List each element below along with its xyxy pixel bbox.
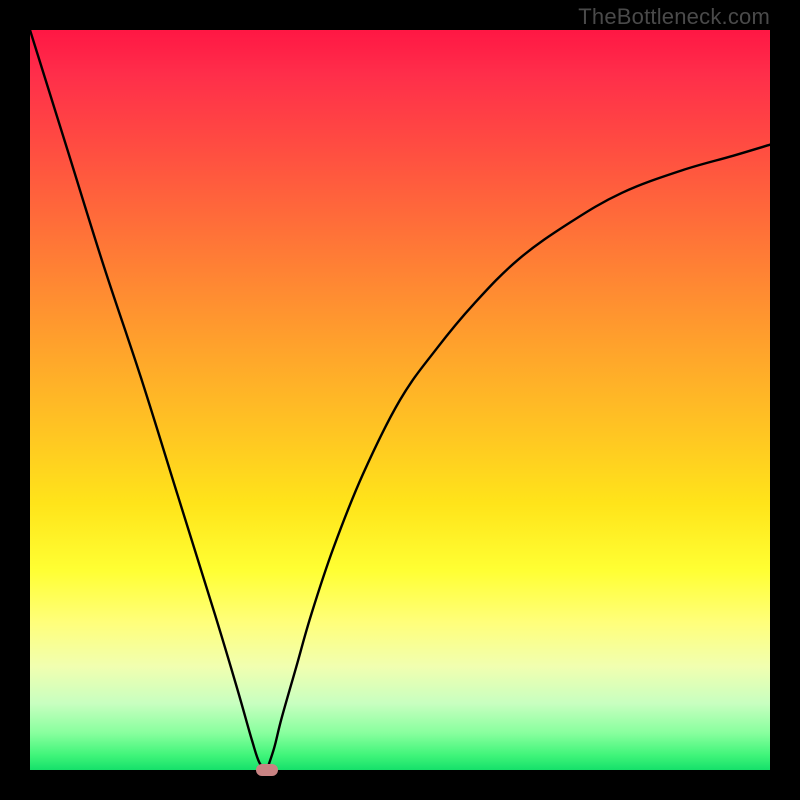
curve-svg xyxy=(30,30,770,770)
chart-frame: TheBottleneck.com xyxy=(0,0,800,800)
watermark-text: TheBottleneck.com xyxy=(578,4,770,30)
curve-right-branch xyxy=(267,145,770,770)
curve-left-branch xyxy=(30,30,267,770)
plot-area xyxy=(30,30,770,770)
minimum-marker xyxy=(256,764,278,776)
